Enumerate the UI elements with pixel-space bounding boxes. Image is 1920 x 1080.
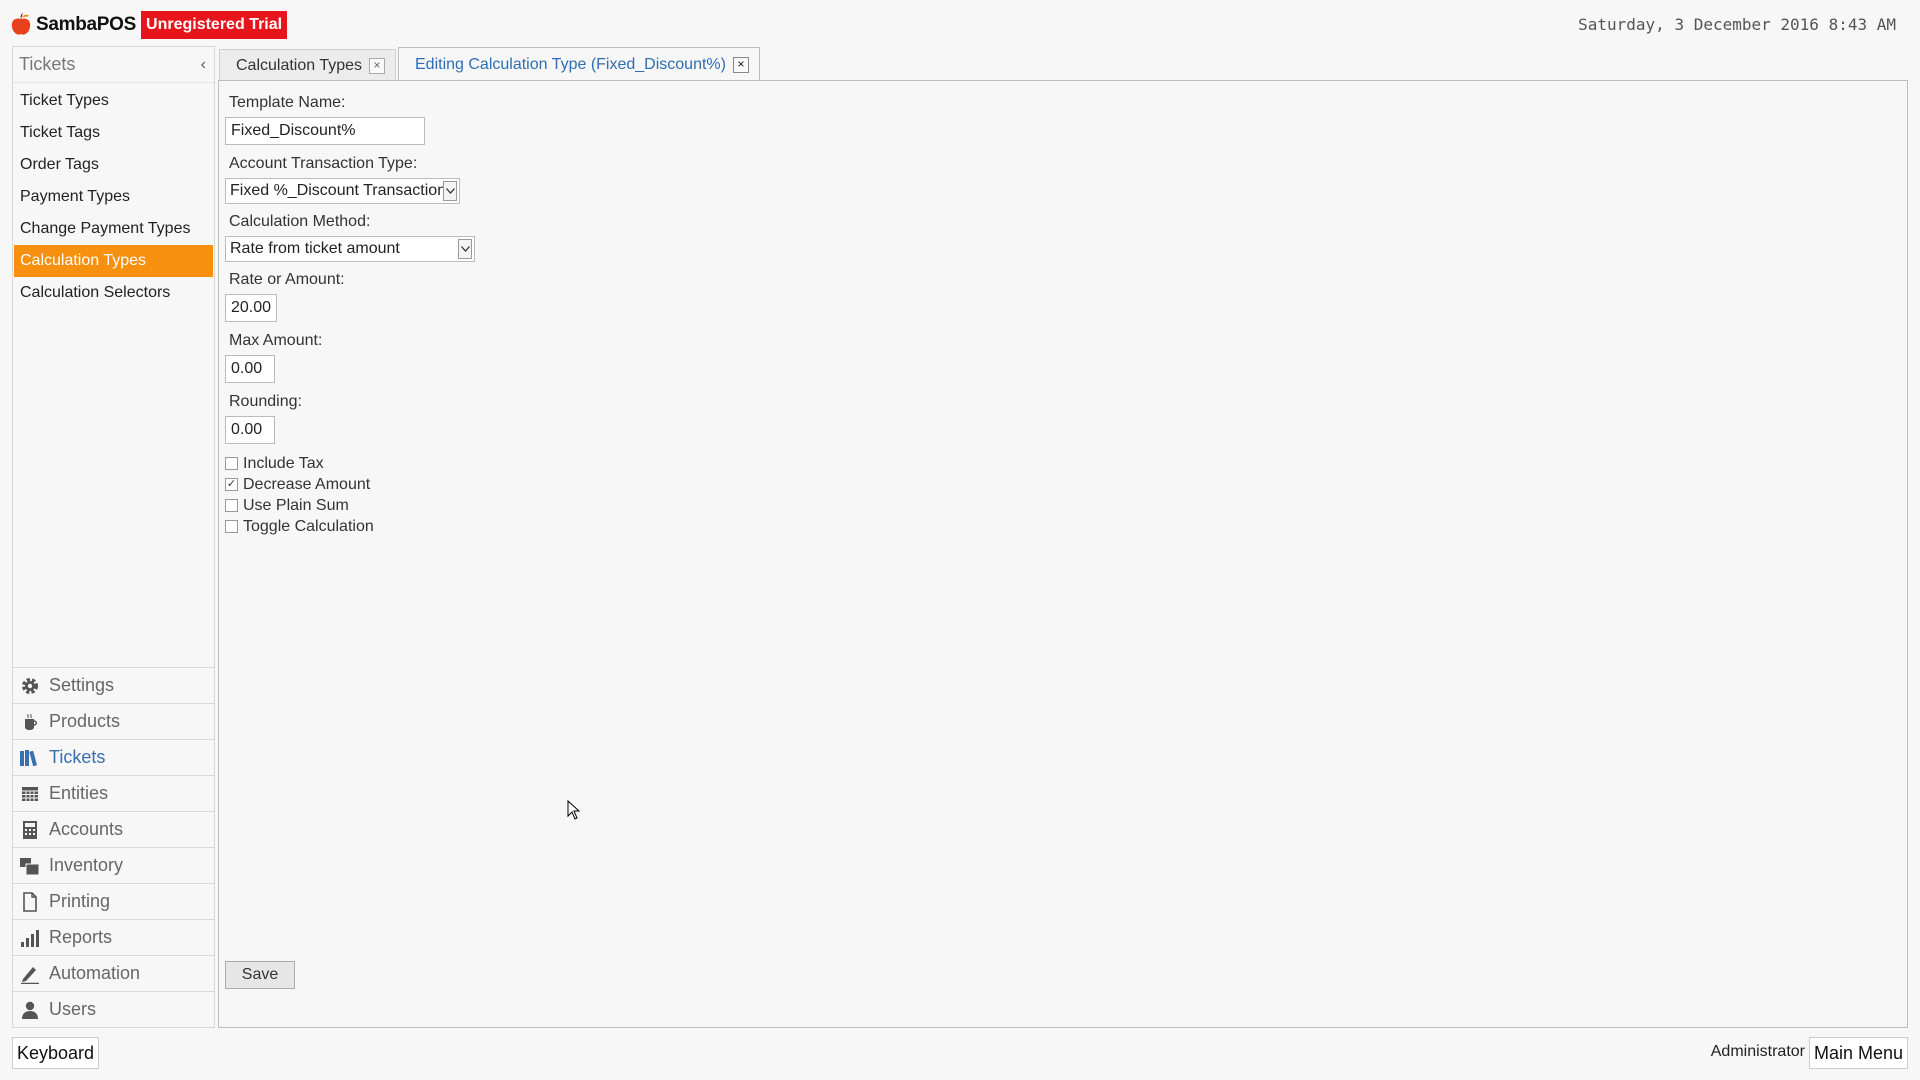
max-amount-label: Max Amount: xyxy=(229,332,323,349)
document-tabs: Calculation Types × Editing Calculation … xyxy=(219,46,762,82)
module-entities[interactable]: Entities xyxy=(13,775,214,811)
tab-label: Calculation Types xyxy=(236,56,362,74)
module-label: Inventory xyxy=(49,855,124,875)
rate-or-amount-label: Rate or Amount: xyxy=(229,271,345,288)
module-users[interactable]: Users xyxy=(13,991,214,1027)
toggle-calculation-checkbox[interactable]: Toggle Calculation xyxy=(225,516,475,537)
selected-value: Fixed %_Discount Transaction xyxy=(230,182,447,199)
sidebar-item-order-tags[interactable]: Order Tags xyxy=(14,149,213,181)
rounding-input[interactable]: 0.00 xyxy=(225,416,275,444)
module-label: Products xyxy=(49,711,121,731)
editor-panel: Template Name: Fixed_Discount% Account T… xyxy=(218,80,1908,1028)
checkbox-label: Use Plain Sum xyxy=(243,496,349,514)
current-user: Administrator xyxy=(1710,1043,1805,1060)
module-label: Reports xyxy=(49,927,113,947)
sidebar-item-calculation-selectors[interactable]: Calculation Selectors xyxy=(14,277,213,309)
document-icon xyxy=(19,891,41,913)
table-icon xyxy=(19,783,41,805)
selected-value: Rate from ticket amount xyxy=(230,240,400,257)
mouse-cursor-icon xyxy=(567,800,581,820)
boxes-icon xyxy=(19,855,41,877)
sidebar-header: Tickets ‹ xyxy=(13,47,214,83)
module-nav: Settings Products Tickets Entities Accou… xyxy=(13,667,214,1027)
keyboard-button[interactable]: Keyboard xyxy=(12,1037,100,1069)
user-icon xyxy=(19,999,41,1021)
module-label: Tickets xyxy=(49,747,106,767)
chevron-left-icon[interactable]: ‹ xyxy=(201,56,208,74)
sidebar-title: Tickets xyxy=(19,54,76,74)
calculation-type-form: Template Name: Fixed_Discount% Account T… xyxy=(225,93,475,537)
main-menu-button[interactable]: Main Menu xyxy=(1808,1037,1908,1069)
account-transaction-type-select[interactable]: Fixed %_Discount Transaction xyxy=(225,178,460,204)
tab-calculation-types[interactable]: Calculation Types × xyxy=(219,49,396,81)
include-tax-checkbox[interactable]: Include Tax xyxy=(225,453,475,474)
decrease-amount-checkbox[interactable]: ✓ Decrease Amount xyxy=(225,474,475,495)
sidebar-item-ticket-types[interactable]: Ticket Types xyxy=(14,85,213,117)
sidebar-list: Ticket Types Ticket Tags Order Tags Paym… xyxy=(13,83,214,309)
module-label: Printing xyxy=(49,891,111,911)
app-logo: SambaPOS Unregistered Trial xyxy=(10,11,288,39)
bar-chart-icon xyxy=(19,927,41,949)
save-button[interactable]: Save xyxy=(225,961,295,989)
rounding-label: Rounding: xyxy=(229,393,302,410)
module-label: Accounts xyxy=(49,819,124,839)
books-icon xyxy=(19,747,41,769)
checkbox-label: Decrease Amount xyxy=(243,475,371,493)
module-automation[interactable]: Automation xyxy=(13,955,214,991)
calculator-icon xyxy=(19,819,41,841)
checkbox-box[interactable] xyxy=(225,499,238,512)
gear-icon xyxy=(19,675,41,697)
module-label: Entities xyxy=(49,783,109,803)
chevron-down-icon[interactable] xyxy=(443,181,457,201)
account-transaction-type-label: Account Transaction Type: xyxy=(229,155,418,172)
left-sidebar: Tickets ‹ Ticket Types Ticket Tags Order… xyxy=(12,46,215,1028)
template-name-input[interactable]: Fixed_Discount% xyxy=(225,117,425,145)
module-printing[interactable]: Printing xyxy=(13,883,214,919)
sidebar-item-change-payment-types[interactable]: Change Payment Types xyxy=(14,213,213,245)
sidebar-item-payment-types[interactable]: Payment Types xyxy=(14,181,213,213)
tab-label: Editing Calculation Type (Fixed_Discount… xyxy=(415,56,726,73)
app-header: SambaPOS Unregistered Trial Saturday, 3 … xyxy=(0,0,1920,46)
module-label: Automation xyxy=(49,963,141,983)
module-settings[interactable]: Settings xyxy=(13,667,214,703)
module-label: Settings xyxy=(49,675,115,695)
module-reports[interactable]: Reports xyxy=(13,919,214,955)
samba-logo-icon xyxy=(11,13,31,35)
module-tickets[interactable]: Tickets xyxy=(13,739,214,775)
checkbox-box[interactable] xyxy=(225,520,238,533)
checkbox-box[interactable] xyxy=(225,457,238,470)
checkbox-box[interactable]: ✓ xyxy=(225,478,238,491)
options-checklist: Include Tax ✓ Decrease Amount Use Plain … xyxy=(225,453,475,537)
close-icon[interactable]: × xyxy=(732,57,749,73)
coffee-cup-icon xyxy=(19,711,41,733)
template-name-label: Template Name: xyxy=(229,94,346,111)
checkbox-label: Toggle Calculation xyxy=(243,517,374,535)
datetime-display: Saturday, 3 December 2016 8:43 AM xyxy=(1578,15,1896,34)
module-accounts[interactable]: Accounts xyxy=(13,811,214,847)
brand-name: SambaPOS xyxy=(36,14,137,35)
close-icon[interactable]: × xyxy=(369,57,385,74)
module-label: Users xyxy=(49,999,97,1019)
trial-badge: Unregistered Trial xyxy=(141,11,288,39)
sidebar-item-calculation-types[interactable]: Calculation Types xyxy=(14,245,213,277)
checkbox-label: Include Tax xyxy=(243,454,324,472)
pencil-icon xyxy=(19,963,41,985)
max-amount-input[interactable]: 0.00 xyxy=(225,355,275,383)
calculation-method-select[interactable]: Rate from ticket amount xyxy=(225,236,475,262)
calculation-method-label: Calculation Method: xyxy=(229,213,371,230)
tab-editing-calculation-type[interactable]: Editing Calculation Type (Fixed_Discount… xyxy=(398,47,760,82)
rate-or-amount-input[interactable]: 20.00 xyxy=(225,294,277,322)
module-products[interactable]: Products xyxy=(13,703,214,739)
module-inventory[interactable]: Inventory xyxy=(13,847,214,883)
chevron-down-icon[interactable] xyxy=(458,239,472,259)
use-plain-sum-checkbox[interactable]: Use Plain Sum xyxy=(225,495,475,516)
sidebar-item-ticket-tags[interactable]: Ticket Tags xyxy=(14,117,213,149)
